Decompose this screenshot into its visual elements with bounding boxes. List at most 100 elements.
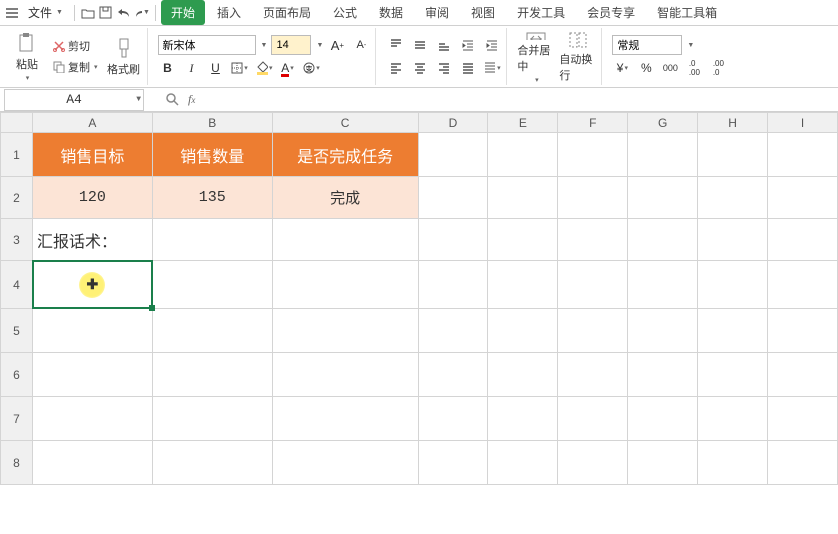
cell-A3[interactable]: 汇报话术： xyxy=(32,219,152,261)
cell[interactable] xyxy=(272,441,418,485)
tab-page-layout[interactable]: 页面布局 xyxy=(253,0,321,25)
justify-icon[interactable] xyxy=(458,58,478,78)
align-right-icon[interactable] xyxy=(434,58,454,78)
cell[interactable] xyxy=(698,261,768,309)
cell[interactable] xyxy=(558,219,628,261)
row-header-4[interactable]: 4 xyxy=(1,261,33,309)
search-icon[interactable] xyxy=(166,93,180,107)
cell[interactable] xyxy=(628,353,698,397)
cell[interactable] xyxy=(698,309,768,353)
align-middle-icon[interactable] xyxy=(410,35,430,55)
cell[interactable] xyxy=(152,219,272,261)
cell[interactable] xyxy=(558,133,628,177)
tab-review[interactable]: 审阅 xyxy=(415,0,459,25)
chevron-down-icon[interactable]: ▼ xyxy=(687,42,694,49)
fill-color-button[interactable]: ▾ xyxy=(254,58,274,78)
fill-handle[interactable] xyxy=(149,305,155,311)
row-header-1[interactable]: 1 xyxy=(1,133,33,177)
cell[interactable] xyxy=(768,441,838,485)
cell[interactable] xyxy=(152,397,272,441)
cell-C1[interactable]: 是否完成任务 xyxy=(272,133,418,177)
cut-button[interactable]: 剪切 xyxy=(50,37,101,55)
font-size-input[interactable] xyxy=(271,35,311,55)
cell[interactable] xyxy=(418,133,488,177)
hamburger-icon[interactable] xyxy=(4,5,20,21)
underline-button[interactable]: U xyxy=(206,58,226,78)
increase-decimal-icon[interactable]: .0.00 xyxy=(684,58,704,78)
cell[interactable] xyxy=(628,441,698,485)
cell[interactable] xyxy=(272,219,418,261)
col-header-D[interactable]: D xyxy=(418,113,488,133)
chevron-down-icon[interactable]: ▼ xyxy=(136,95,141,104)
cell[interactable] xyxy=(32,309,152,353)
cell-C2[interactable]: 完成 xyxy=(272,177,418,219)
align-top-icon[interactable] xyxy=(386,35,406,55)
cell-A2[interactable]: 120 xyxy=(32,177,152,219)
font-name-input[interactable] xyxy=(158,35,256,55)
col-header-E[interactable]: E xyxy=(488,113,558,133)
copy-button[interactable]: 复制▾ xyxy=(50,58,101,76)
col-header-G[interactable]: G xyxy=(628,113,698,133)
bold-button[interactable]: B xyxy=(158,58,178,78)
cell[interactable] xyxy=(698,177,768,219)
cell[interactable] xyxy=(488,261,558,309)
cell[interactable] xyxy=(152,353,272,397)
cell[interactable] xyxy=(558,441,628,485)
cell[interactable] xyxy=(558,261,628,309)
tab-formula[interactable]: 公式 xyxy=(323,0,367,25)
cell[interactable] xyxy=(418,309,488,353)
chevron-down-icon[interactable]: ▼ xyxy=(261,42,268,49)
open-icon[interactable] xyxy=(80,5,96,21)
merge-center-button[interactable]: 合并居中▾ xyxy=(517,30,555,84)
cell[interactable] xyxy=(488,133,558,177)
comma-icon[interactable]: 000 xyxy=(660,58,680,78)
orientation-icon[interactable]: ▾ xyxy=(482,58,502,78)
decrease-decimal-icon[interactable]: .00.0 xyxy=(708,58,728,78)
row-header-5[interactable]: 5 xyxy=(1,309,33,353)
cell[interactable] xyxy=(698,219,768,261)
col-header-H[interactable]: H xyxy=(698,113,768,133)
align-center-icon[interactable] xyxy=(410,58,430,78)
decrease-font-icon[interactable]: A- xyxy=(351,35,371,55)
cell[interactable] xyxy=(152,441,272,485)
cell[interactable] xyxy=(768,219,838,261)
cell[interactable] xyxy=(152,261,272,309)
row-header-8[interactable]: 8 xyxy=(1,441,33,485)
format-painter-button[interactable]: 格式刷 xyxy=(105,30,143,84)
row-header-3[interactable]: 3 xyxy=(1,219,33,261)
increase-indent-icon[interactable] xyxy=(482,35,502,55)
cell[interactable] xyxy=(272,309,418,353)
cell[interactable] xyxy=(628,133,698,177)
cell[interactable] xyxy=(628,261,698,309)
currency-icon[interactable]: ¥▾ xyxy=(612,58,632,78)
tab-insert[interactable]: 插入 xyxy=(207,0,251,25)
tab-view[interactable]: 视图 xyxy=(461,0,505,25)
cell[interactable] xyxy=(698,441,768,485)
cell[interactable] xyxy=(152,309,272,353)
cell[interactable] xyxy=(488,397,558,441)
row-header-2[interactable]: 2 xyxy=(1,177,33,219)
align-left-icon[interactable] xyxy=(386,58,406,78)
cell[interactable] xyxy=(418,261,488,309)
cell[interactable] xyxy=(628,219,698,261)
percent-icon[interactable]: % xyxy=(636,58,656,78)
cell[interactable] xyxy=(628,177,698,219)
cell[interactable] xyxy=(418,353,488,397)
cell[interactable] xyxy=(488,309,558,353)
cell[interactable] xyxy=(272,397,418,441)
cell[interactable] xyxy=(488,353,558,397)
cell-B1[interactable]: 销售数量 xyxy=(152,133,272,177)
row-header-7[interactable]: 7 xyxy=(1,397,33,441)
cell[interactable] xyxy=(768,309,838,353)
cell[interactable] xyxy=(418,397,488,441)
cell[interactable] xyxy=(418,441,488,485)
cell[interactable] xyxy=(558,353,628,397)
redo-icon[interactable]: ▼ xyxy=(134,5,150,21)
cell[interactable] xyxy=(698,133,768,177)
cell[interactable] xyxy=(488,441,558,485)
cell[interactable] xyxy=(698,353,768,397)
cell[interactable] xyxy=(558,309,628,353)
cell[interactable] xyxy=(418,219,488,261)
chevron-down-icon[interactable]: ▼ xyxy=(316,42,323,49)
col-header-F[interactable]: F xyxy=(558,113,628,133)
